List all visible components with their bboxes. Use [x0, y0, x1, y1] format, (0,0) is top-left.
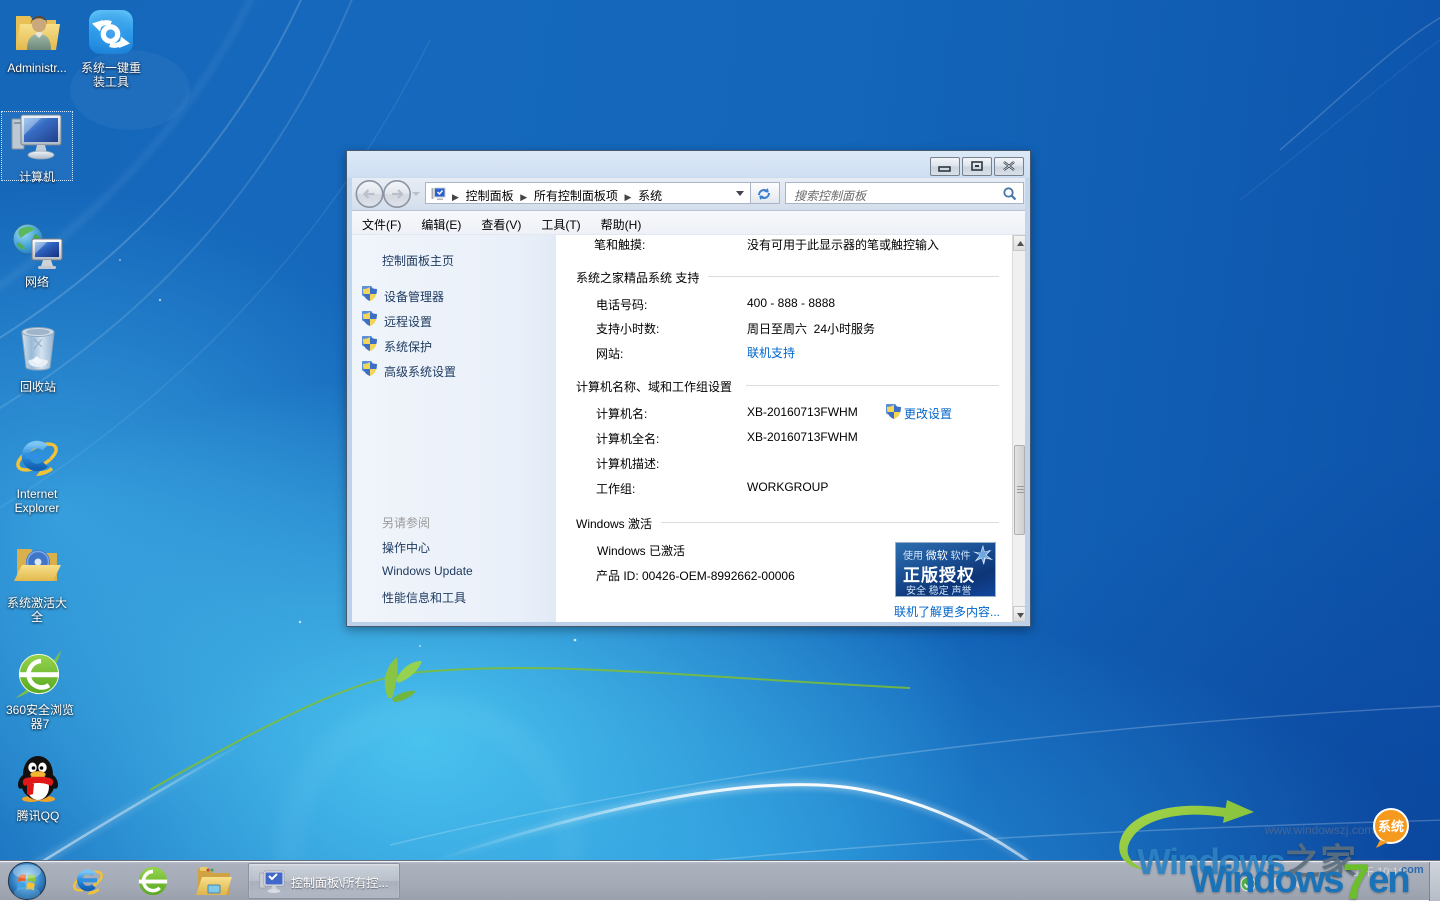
- svg-text:系统: 系统: [1378, 819, 1404, 834]
